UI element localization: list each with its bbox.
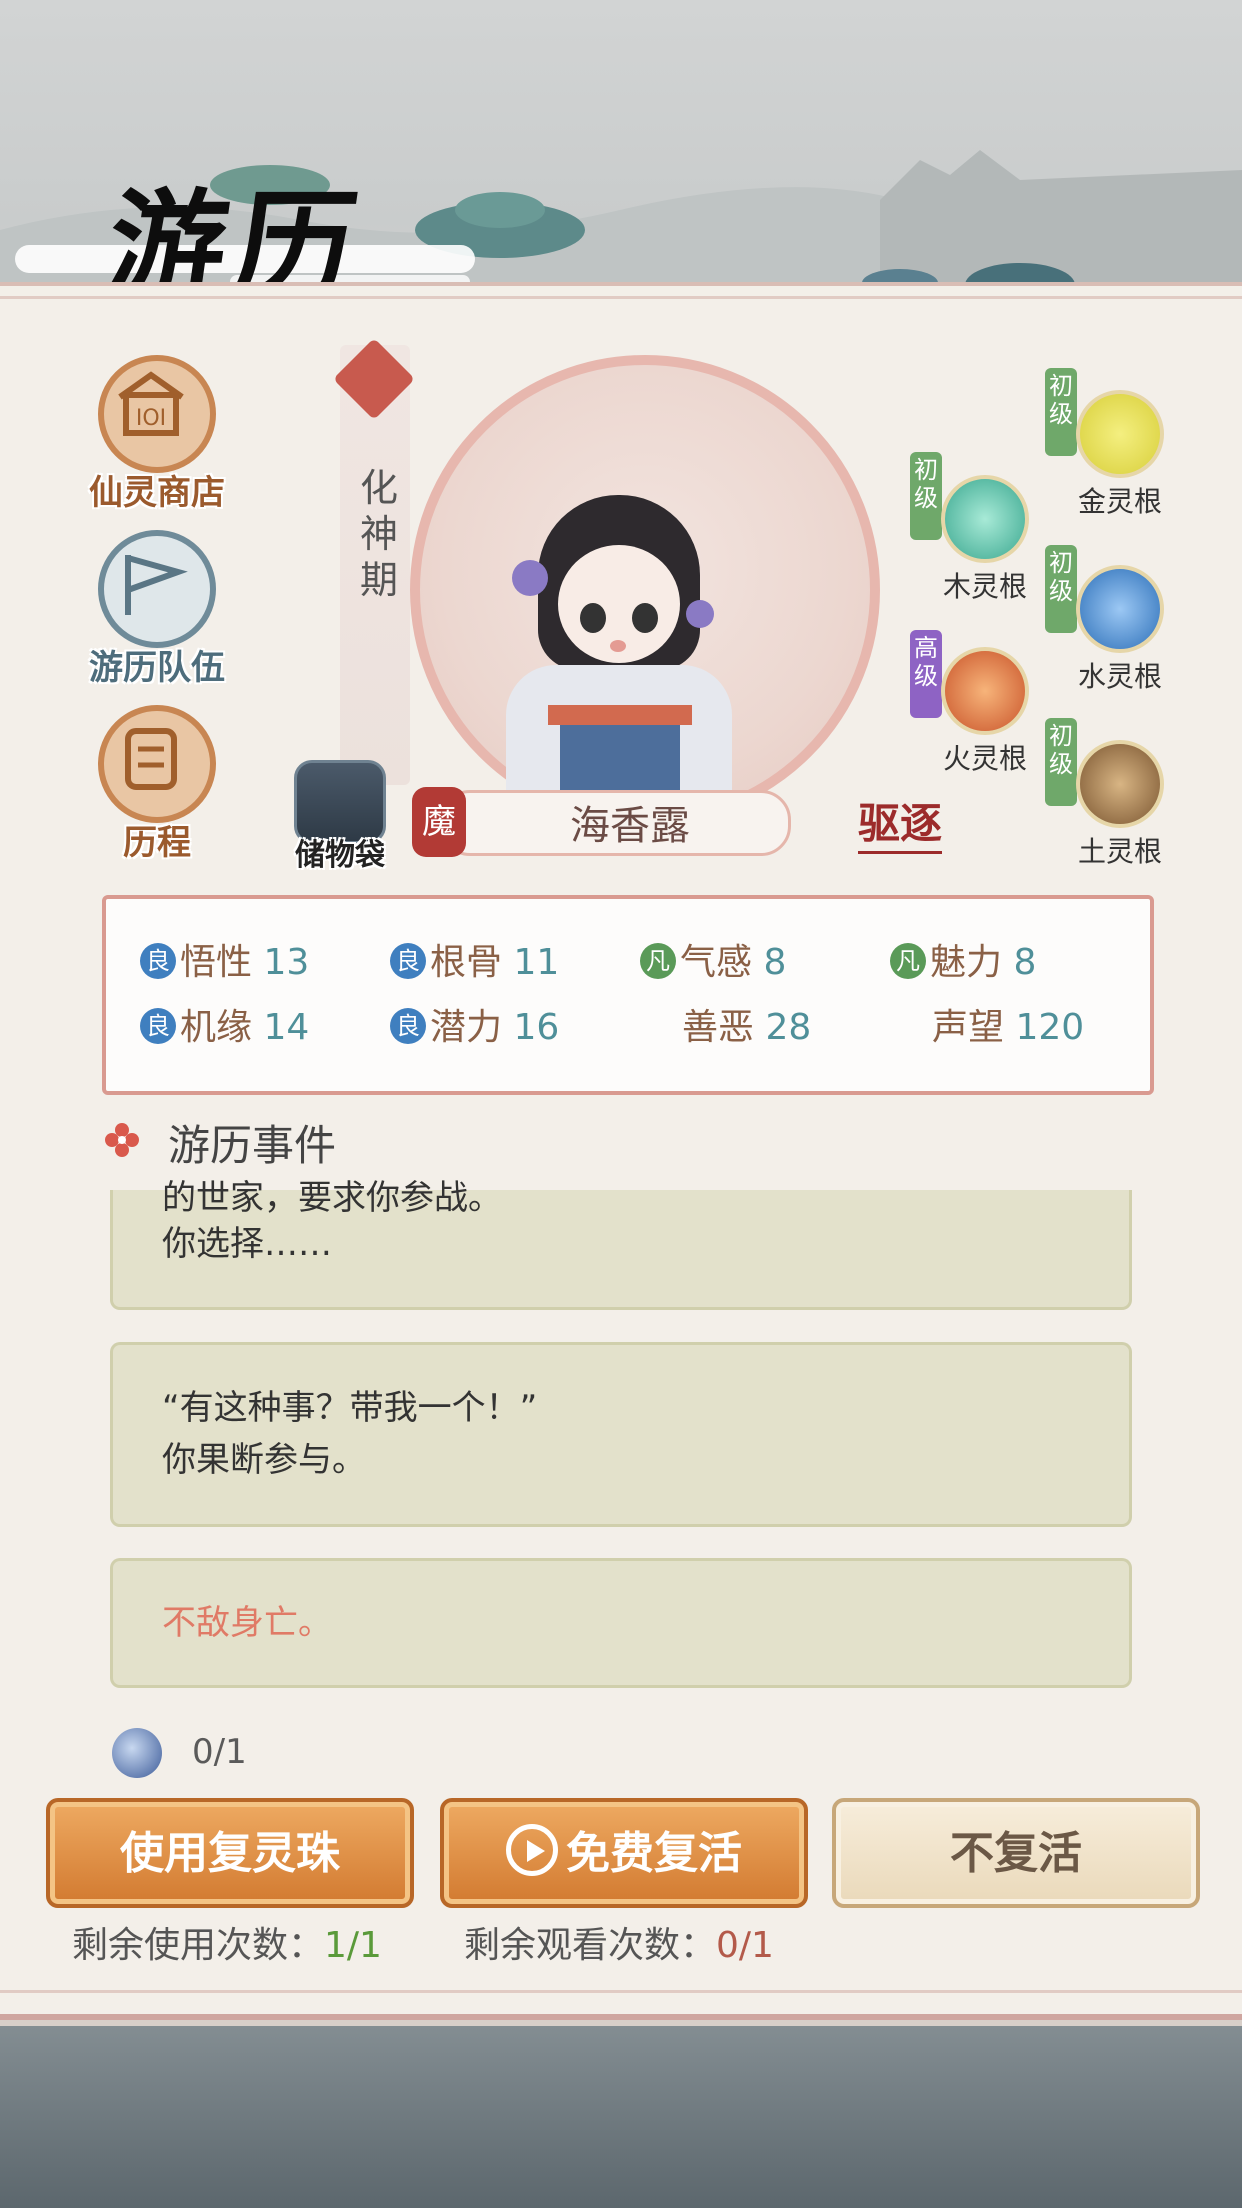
- hair-flower-icon: [512, 560, 548, 596]
- menu-history[interactable]: 历程: [72, 705, 242, 864]
- character-eye: [632, 603, 658, 633]
- character-sash: [548, 705, 692, 725]
- stat-value: 11: [513, 942, 560, 983]
- menu-shop[interactable]: IOI 仙灵商店: [72, 355, 242, 514]
- spirit-root-fire[interactable]: 火灵根: [910, 647, 1060, 777]
- stat-value: 8: [1013, 942, 1037, 983]
- stat-value: 16: [513, 1007, 560, 1048]
- grade-badge: 良: [140, 1008, 176, 1044]
- stat-name: 魅力: [930, 942, 1003, 983]
- character-mouth: [610, 640, 626, 652]
- spirit-root-label: 土灵根: [1077, 835, 1162, 868]
- stat-fortune: 良机缘 14: [140, 998, 309, 1050]
- stat-name: 根骨: [430, 942, 503, 983]
- storage-bag-button[interactable]: 储物袋: [292, 760, 388, 874]
- remaining-watch-label: 剩余观看次数：: [464, 1925, 717, 1966]
- stat-name: 气感: [680, 942, 753, 983]
- remaining-watch-value: 0/1: [716, 1925, 774, 1966]
- expel-button[interactable]: 驱逐: [858, 790, 943, 854]
- grade-badge: 良: [140, 943, 176, 979]
- stat-reputation: 声望 120: [932, 998, 1084, 1050]
- stat-name: 善恶: [682, 1007, 755, 1048]
- stat-name: 潜力: [430, 1007, 503, 1048]
- stat-morality: 善恶 28: [682, 998, 811, 1050]
- wood-root-icon: [941, 475, 1029, 563]
- panel-border: [0, 1990, 1242, 1993]
- pearl-count: 0/1: [192, 1732, 247, 1772]
- event-ornament-icon: [105, 1123, 139, 1157]
- svg-text:IOI: IOI: [136, 406, 166, 431]
- spirit-root-label: 水灵根: [1077, 660, 1162, 693]
- scroll-icon: [98, 705, 216, 823]
- stat-name: 悟性: [180, 942, 253, 983]
- character-name: 海香露: [570, 803, 690, 849]
- stat-qi-sense: 凡气感 8: [640, 933, 786, 985]
- event-text: 你选择……: [162, 1224, 332, 1264]
- event-text: “有这种事？带我一个！”: [162, 1388, 538, 1428]
- menu-team[interactable]: 游历队伍: [72, 530, 242, 689]
- stat-bone: 良根骨 11: [390, 933, 559, 985]
- spirit-root-metal[interactable]: 金灵根: [1045, 390, 1195, 520]
- grade-badge: 凡: [890, 943, 926, 979]
- faction-seal: 魔: [412, 787, 466, 857]
- fire-root-icon: [941, 647, 1029, 735]
- remaining-use-value: 1/1: [324, 1925, 382, 1966]
- spirit-root-water[interactable]: 水灵根: [1045, 565, 1195, 695]
- character-eye: [580, 603, 606, 633]
- metal-root-icon: [1076, 390, 1164, 478]
- stat-potential: 良潜力 16: [390, 998, 559, 1050]
- event-text: 的世家，要求你参战。: [162, 1178, 502, 1218]
- events-title: 游历事件: [168, 1121, 337, 1170]
- remaining-watch-count: 剩余观看次数：0/1: [464, 1916, 774, 1968]
- event-text: 你果断参与。: [162, 1440, 366, 1480]
- spirit-root-label: 火灵根: [942, 742, 1027, 775]
- stat-value: 8: [763, 942, 787, 983]
- play-icon: [506, 1824, 558, 1876]
- hair-flower-icon: [686, 600, 714, 628]
- stat-name: 机缘: [180, 1007, 253, 1048]
- free-revive-label: 免费复活: [566, 1828, 742, 1879]
- team-flag-icon: [98, 530, 216, 648]
- grade-badge: 凡: [640, 943, 676, 979]
- stat-comprehension: 良悟性 13: [140, 933, 309, 985]
- stat-value: 14: [263, 1007, 310, 1048]
- realm-label: 化神期: [359, 466, 398, 602]
- stat-value: 28: [765, 1007, 812, 1048]
- death-event-text: 不敌身亡。: [162, 1603, 332, 1643]
- attribute-panel: [102, 895, 1154, 1095]
- remaining-use-count: 剩余使用次数：1/1: [72, 1916, 382, 1968]
- stat-value: 120: [1015, 1007, 1085, 1048]
- grade-badge: 良: [390, 943, 426, 979]
- revive-pearl-icon: [112, 1728, 162, 1778]
- spirit-root-wood[interactable]: 木灵根: [910, 475, 1060, 605]
- storage-bag-label: 储物袋: [295, 838, 385, 873]
- spirit-root-earth[interactable]: 土灵根: [1045, 740, 1195, 870]
- free-revive-button[interactable]: 免费复活: [440, 1798, 808, 1908]
- earth-root-icon: [1076, 740, 1164, 828]
- water-root-icon: [1076, 565, 1164, 653]
- no-revive-button[interactable]: 不复活: [832, 1798, 1200, 1908]
- panel-border: [0, 296, 1242, 299]
- spirit-root-label: 木灵根: [942, 570, 1027, 603]
- spirit-root-label: 金灵根: [1077, 485, 1162, 518]
- stat-charm: 凡魅力 8: [890, 933, 1036, 985]
- shop-icon: IOI: [98, 355, 216, 473]
- grade-badge: 良: [390, 1008, 426, 1044]
- use-pearl-button[interactable]: 使用复灵珠: [46, 1798, 414, 1908]
- stat-value: 13: [263, 942, 310, 983]
- remaining-use-label: 剩余使用次数：: [72, 1925, 325, 1966]
- stat-name: 声望: [932, 1007, 1005, 1048]
